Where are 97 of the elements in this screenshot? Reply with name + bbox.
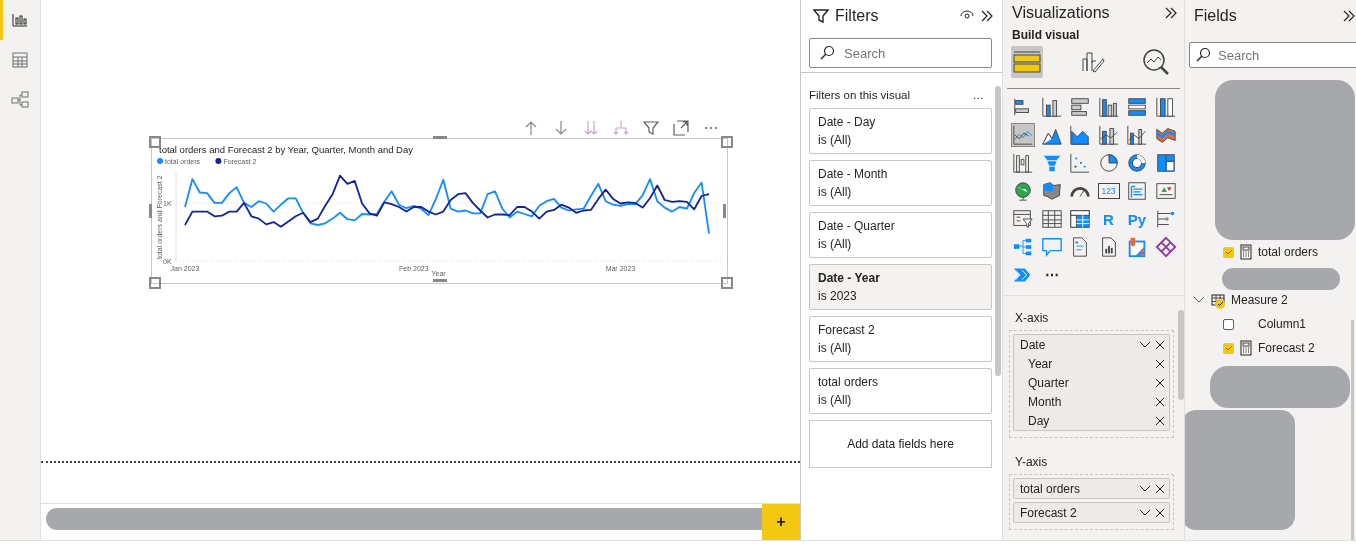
resize-handle[interactable]	[149, 204, 152, 218]
resize-handle[interactable]	[721, 277, 733, 289]
filter-card[interactable]: Date - Year is 2023	[809, 264, 992, 310]
filter-value: is (All)	[818, 341, 853, 355]
waterfall-chart-icon[interactable]	[1011, 151, 1035, 175]
add-page-button[interactable]: +	[762, 504, 800, 540]
checkbox[interactable]	[1223, 318, 1234, 330]
stacked-area-chart-icon[interactable]	[1068, 123, 1092, 147]
search-field[interactable]: Search	[1189, 42, 1356, 68]
donut-chart-icon[interactable]	[1125, 151, 1149, 175]
checkmark-icon	[1224, 248, 1233, 256]
pane-title: Filters	[835, 7, 880, 25]
resize-handle[interactable]	[721, 136, 733, 148]
close-icon[interactable]	[1155, 339, 1165, 350]
percent-bar-chart-icon[interactable]	[1125, 95, 1149, 119]
close-icon[interactable]	[1155, 377, 1165, 388]
search-field[interactable]: Search	[809, 38, 992, 68]
multi-row-card-icon[interactable]	[1125, 179, 1149, 203]
calculator-icon	[1240, 244, 1252, 260]
table-icon	[1211, 294, 1225, 306]
stacked-column-chart-icon[interactable]	[1039, 95, 1064, 119]
filter-value: is (All)	[818, 185, 853, 199]
speech-bubble-icon[interactable]	[1039, 235, 1064, 259]
filter-card[interactable]: total orders is (All)	[809, 368, 992, 414]
focus-mode-icon[interactable]	[673, 118, 689, 138]
clustered-bar-chart-icon[interactable]	[1068, 95, 1092, 119]
filter-title: Forecast 2	[818, 323, 876, 337]
filter-value: is (All)	[818, 133, 853, 147]
field-name: Quarter	[1028, 375, 1069, 390]
filter-icon[interactable]	[643, 118, 659, 138]
filter-title: Date - Quarter	[818, 219, 896, 233]
chevron-down-icon[interactable]	[1139, 484, 1151, 493]
calculator-icon	[1240, 340, 1252, 356]
filter-card[interactable]: Date - Quarter is (All)	[809, 212, 992, 258]
diamond-icon[interactable]	[1153, 235, 1178, 259]
slicer-icon[interactable]	[1011, 207, 1035, 231]
close-icon[interactable]	[1155, 483, 1165, 494]
field-well[interactable]: total orders Forecast 2	[1009, 474, 1174, 530]
chart-title: total orders and Forecast 2 by Year, Quarter, Month and Day	[159, 144, 413, 155]
more-visuals-button[interactable]: ⋯	[1039, 263, 1064, 287]
filter-value: is 2023	[818, 289, 858, 303]
field-name[interactable]: Forecast 2	[1258, 341, 1315, 355]
chevron-down-icon[interactable]	[1139, 340, 1151, 349]
section-label: Filters on this visual	[809, 89, 910, 101]
add-data-fields-dropzone[interactable]: Add data fields here	[809, 420, 992, 468]
chevron-right-icon[interactable]	[980, 9, 994, 23]
chevron-right-icon[interactable]	[1164, 5, 1178, 20]
chevron-right-icon[interactable]	[1342, 9, 1356, 23]
filter-card[interactable]: Forecast 2 is (All)	[809, 316, 992, 362]
eye-icon[interactable]	[960, 10, 974, 22]
resize-handle[interactable]	[432, 136, 447, 139]
chevron-down-icon[interactable]	[1193, 296, 1205, 304]
filter-title: Date - Day	[818, 115, 877, 129]
scrollbar[interactable]	[995, 86, 1001, 376]
table-icon[interactable]	[1039, 207, 1064, 231]
line-clustered-column-chart-icon[interactable]	[1125, 123, 1149, 147]
filter-title: Date - Month	[818, 167, 889, 181]
field-name: Year	[1028, 356, 1053, 371]
section-label: Build visual	[1011, 27, 1081, 42]
pane-title: Fields	[1194, 7, 1238, 25]
resize-handle[interactable]	[432, 279, 447, 282]
line-column-chart-icon[interactable]	[1096, 123, 1121, 147]
scrollbar[interactable]	[1178, 310, 1184, 400]
field-name: Month	[1028, 394, 1062, 409]
axis-label: X-axis	[1014, 310, 1050, 327]
more-options-icon[interactable]: …	[972, 89, 984, 101]
filter-icon	[813, 8, 829, 24]
resize-handle[interactable]	[149, 136, 161, 148]
close-icon[interactable]	[1155, 358, 1165, 369]
field-name: total orders	[1020, 481, 1081, 496]
table-name[interactable]: Measure 2	[1231, 293, 1288, 307]
scrollbar[interactable]	[1351, 320, 1354, 540]
filter-value: is (All)	[818, 237, 853, 251]
field-name: Forecast 2	[1020, 505, 1077, 520]
pane-title: Visualizations	[1012, 3, 1111, 22]
axis-label: Y-axis	[1014, 454, 1049, 471]
field-name: Date	[1020, 337, 1046, 352]
close-icon[interactable]	[1155, 415, 1165, 426]
matrix-icon[interactable]	[1068, 207, 1092, 231]
filter-title: Date - Year	[818, 271, 881, 285]
field-name[interactable]: Column1	[1258, 317, 1307, 331]
chevron-down-icon[interactable]	[1139, 508, 1151, 517]
resize-handle[interactable]	[723, 204, 726, 218]
resize-handle[interactable]	[149, 277, 161, 289]
field-well[interactable]: Date Year Quarter Month Day	[1009, 330, 1174, 438]
close-icon[interactable]	[1155, 507, 1165, 518]
filter-card[interactable]: Date - Day is (All)	[809, 108, 992, 154]
filter-card[interactable]: Date - Month is (All)	[809, 160, 992, 206]
field-name[interactable]: total orders	[1258, 245, 1319, 259]
checkmark-icon	[1224, 344, 1233, 352]
close-icon[interactable]	[1155, 396, 1165, 407]
filter-title: total orders	[818, 375, 880, 389]
field-name: Day	[1028, 413, 1050, 428]
percent-column-chart-icon[interactable]	[1153, 95, 1178, 119]
filter-value: is (All)	[818, 393, 853, 407]
fields-pane-icon[interactable]	[1011, 46, 1043, 78]
clustered-column-chart-icon[interactable]	[1096, 95, 1121, 119]
